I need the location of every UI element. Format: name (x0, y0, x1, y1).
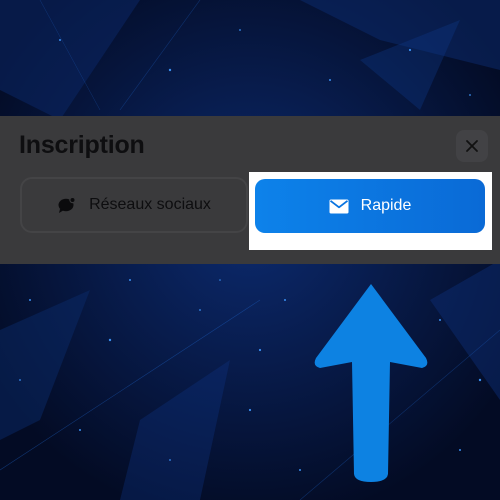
tab-quick-label: Rapide (360, 197, 412, 214)
up-arrow-icon (314, 284, 428, 482)
tab-social-networks[interactable]: Réseaux sociaux (20, 177, 248, 233)
close-button[interactable] (456, 130, 488, 162)
tab-quick[interactable]: Rapide (255, 179, 485, 233)
chat-bubble-icon (58, 196, 76, 213)
envelope-icon (329, 199, 349, 213)
tab-social-label: Réseaux sociaux (89, 196, 211, 213)
modal-title: Inscription (19, 131, 145, 159)
close-icon (466, 140, 478, 152)
